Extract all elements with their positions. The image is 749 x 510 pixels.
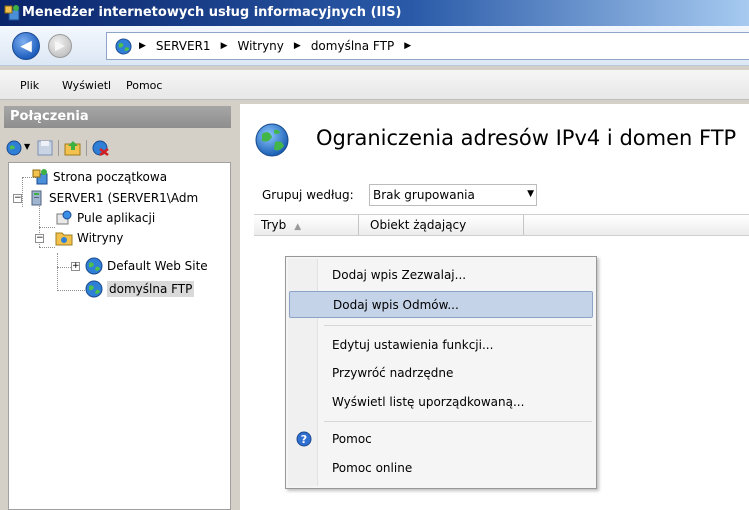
- menu-file[interactable]: Plik: [20, 79, 39, 92]
- breadcrumb-ftp-site[interactable]: domyślna FTP: [311, 39, 394, 53]
- menu-item-help-online[interactable]: Pomoc online: [289, 455, 593, 482]
- column-header-mode[interactable]: Tryb ▲: [261, 218, 301, 232]
- globe-icon: [85, 280, 103, 298]
- group-by-value: Brak grupowania: [373, 188, 475, 202]
- collapse-toggle-icon[interactable]: −: [13, 194, 22, 203]
- connections-header: Połączenia: [4, 106, 231, 128]
- connections-tree[interactable]: Strona początkowa − SERVER1 (SERVER1\Adm…: [8, 162, 231, 510]
- page-title: Ograniczenia adresów IPv4 i domen FTP: [316, 126, 737, 150]
- tree-line: [57, 253, 58, 291]
- help-icon: ?: [296, 431, 312, 447]
- column-divider[interactable]: [358, 215, 359, 235]
- menu-item-label: Pomoc: [332, 432, 372, 446]
- toolbar-separator: [58, 140, 59, 156]
- app-pool-icon: [56, 210, 72, 225]
- breadcrumb-server[interactable]: SERVER1: [156, 39, 211, 53]
- tree-item-sites[interactable]: Witryny: [55, 228, 123, 248]
- menu-help[interactable]: Pomoc: [126, 79, 162, 92]
- breadcrumb-separator-icon[interactable]: ▶: [139, 41, 146, 51]
- address-bar: ◀ ▶ ▶ SERVER1 ▶ Witryny ▶ domyślna FTP ▶: [0, 26, 749, 66]
- breadcrumb-separator-icon[interactable]: ▶: [221, 41, 228, 51]
- menu-item-label: Przywróć nadrzędne: [332, 366, 454, 380]
- menu-item-label: Pomoc online: [332, 461, 413, 475]
- tree-item-label: domyślna FTP: [107, 281, 195, 297]
- column-divider[interactable]: [523, 215, 524, 235]
- connections-toolbar: ▼: [4, 134, 231, 162]
- back-arrow-icon: ◀: [20, 36, 32, 55]
- tree-line: [39, 227, 55, 228]
- globe-icon: [85, 257, 103, 275]
- menu-item-view-ordered[interactable]: Wyświetl listę uporządkowaną...: [289, 389, 593, 416]
- tree-line: [57, 290, 85, 291]
- back-button[interactable]: ◀: [12, 32, 40, 60]
- group-by-label: Grupuj według:: [262, 188, 354, 202]
- forward-button[interactable]: ▶: [48, 34, 72, 58]
- breadcrumb-separator-icon[interactable]: ▶: [404, 41, 411, 51]
- tree-item-label: Pule aplikacji: [77, 211, 156, 225]
- collapse-toggle-icon[interactable]: −: [35, 234, 44, 243]
- tree-item-server[interactable]: SERVER1 (SERVER1\Adm: [27, 188, 198, 208]
- menu-separator: [324, 421, 592, 422]
- svg-text:?: ?: [301, 433, 307, 446]
- tree-item-label: Default Web Site: [107, 259, 208, 273]
- start-page-icon: [32, 169, 48, 185]
- tree-item-default-web-site[interactable]: Default Web Site: [85, 256, 208, 276]
- menu-item-edit-settings[interactable]: Edytuj ustawienia funkcji...: [289, 332, 593, 359]
- grid-header: Tryb ▲ Obiekt żądający: [254, 214, 749, 236]
- title-bar[interactable]: Menedżer internetowych usług informacyjn…: [0, 0, 749, 26]
- tree-item-app-pools[interactable]: Pule aplikacji: [55, 208, 155, 228]
- tree-item-label: Witryny: [77, 231, 124, 245]
- menu-separator: [324, 325, 592, 326]
- menu-item-add-allow[interactable]: Dodaj wpis Zezwalaj...: [289, 262, 593, 289]
- tree-line: [57, 267, 71, 268]
- connect-dropdown-icon[interactable]: ▼: [24, 142, 30, 151]
- breadcrumb-sites[interactable]: Witryny: [238, 39, 284, 53]
- column-header-requestor[interactable]: Obiekt żądający: [370, 218, 466, 232]
- menu-item-label: Dodaj wpis Zezwalaj...: [332, 268, 467, 282]
- disconnect-icon[interactable]: [92, 139, 110, 157]
- tree-item-ftp-site[interactable]: domyślna FTP: [85, 279, 195, 299]
- expand-toggle-icon[interactable]: +: [71, 262, 80, 271]
- group-by-bar: Grupuj według: Brak grupowania ▼: [254, 182, 749, 210]
- menu-item-label: Edytuj ustawienia funkcji...: [332, 338, 494, 352]
- menu-item-label: Dodaj wpis Odmów...: [333, 298, 459, 312]
- group-by-select[interactable]: Brak grupowania ▼: [369, 184, 537, 206]
- connect-icon[interactable]: [6, 139, 24, 157]
- address-field[interactable]: ▶ SERVER1 ▶ Witryny ▶ domyślna FTP ▶: [106, 32, 749, 60]
- window-title: Menedżer internetowych usług informacyjn…: [22, 5, 402, 20]
- dropdown-arrow-icon: ▼: [527, 189, 534, 199]
- tree-item-start-page[interactable]: Strona początkowa: [31, 167, 167, 187]
- breadcrumb-separator-icon[interactable]: ▶: [294, 41, 301, 51]
- sites-folder-icon: [55, 232, 73, 246]
- menu-item-help[interactable]: ? Pomoc: [289, 426, 593, 453]
- sort-ascending-icon: ▲: [294, 222, 302, 232]
- connections-panel: Połączenia ▼ Strona początkowa − SERVER1…: [0, 104, 235, 510]
- context-menu: Dodaj wpis Zezwalaj... Dodaj wpis Odmów.…: [285, 256, 597, 489]
- menu-item-revert-parent[interactable]: Przywróć nadrzędne: [289, 360, 593, 387]
- iis-app-icon: [4, 5, 20, 21]
- forward-arrow-icon: ▶: [55, 38, 65, 54]
- up-level-icon[interactable]: [64, 139, 82, 157]
- iis-manager-window: Menedżer internetowych usług informacyjn…: [0, 0, 749, 510]
- menu-item-add-deny[interactable]: Dodaj wpis Odmów...: [289, 291, 593, 318]
- column-label: Tryb: [261, 218, 287, 232]
- tree-item-label: SERVER1 (SERVER1\Adm: [49, 191, 199, 205]
- menu-bar: Plik Wyświetl Pomoc: [0, 70, 749, 100]
- tree-item-label: Strona początkowa: [53, 170, 168, 184]
- tree-line: [22, 177, 23, 207]
- menu-view[interactable]: Wyświetl: [62, 79, 111, 92]
- save-icon[interactable]: [36, 139, 54, 157]
- breadcrumb: ▶ SERVER1 ▶ Witryny ▶ domyślna FTP ▶: [139, 39, 411, 53]
- globe-icon: [115, 38, 132, 55]
- server-icon: [31, 190, 42, 206]
- tree-line: [39, 247, 55, 248]
- feature-globe-icon: [255, 123, 289, 157]
- menu-item-label: Wyświetl listę uporządkowaną...: [332, 395, 525, 409]
- toolbar-separator: [86, 140, 87, 156]
